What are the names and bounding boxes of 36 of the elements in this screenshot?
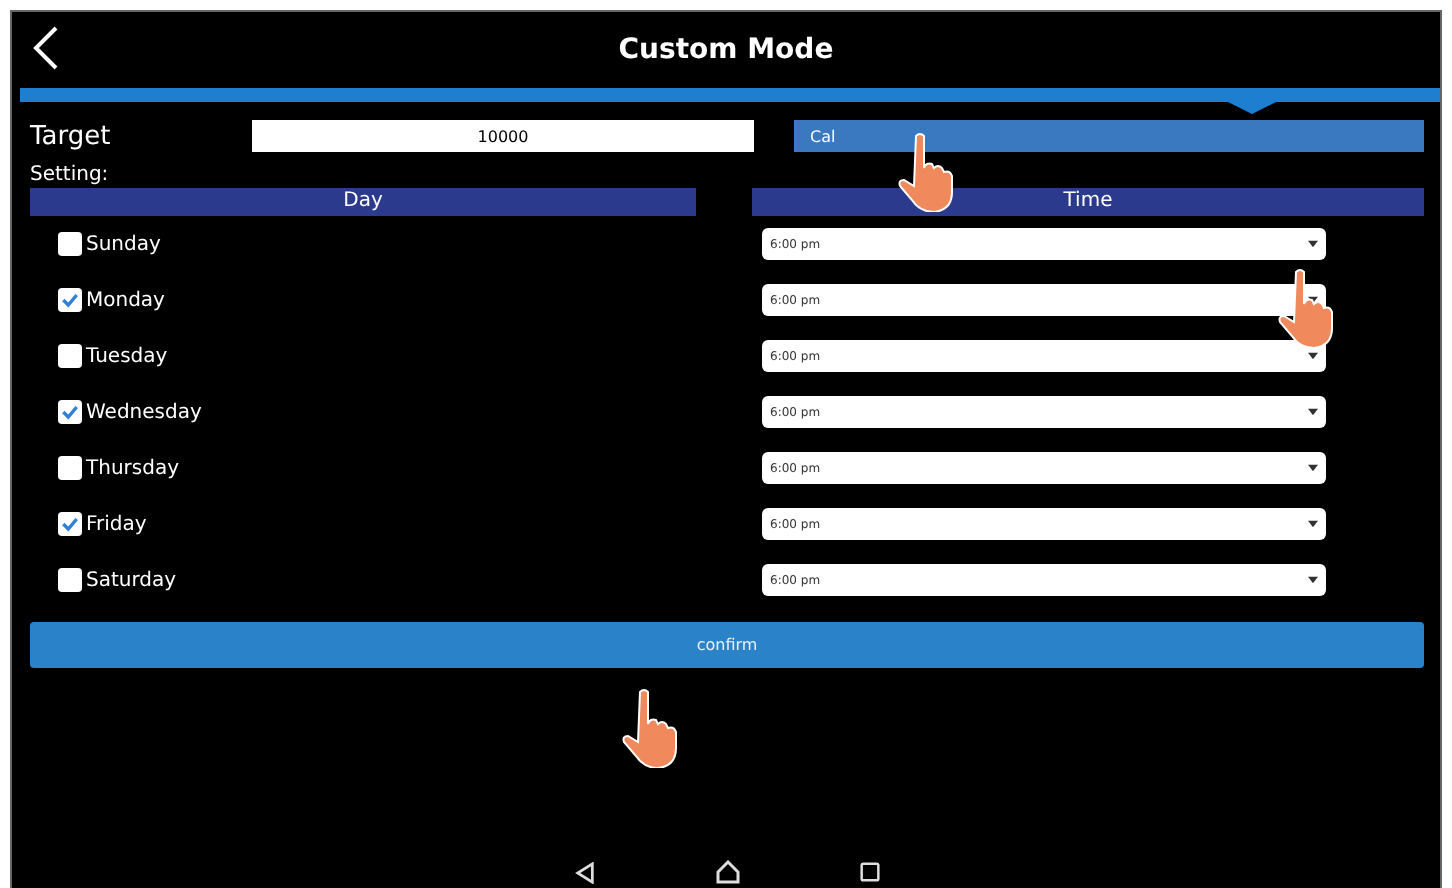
- caret-icon: [1308, 520, 1318, 528]
- column-header: Time: [752, 188, 1424, 216]
- pointing-hand-icon: [1278, 268, 1338, 348]
- checkbox[interactable]: [58, 344, 82, 368]
- caret-icon: [1308, 240, 1318, 248]
- pointing-hand-icon: [622, 688, 682, 768]
- day-label: Friday: [86, 513, 147, 535]
- target-input[interactable]: 10000: [252, 120, 754, 152]
- checkbox[interactable]: [58, 456, 82, 480]
- notch-icon: [1228, 102, 1276, 114]
- day-label: Thursday: [86, 457, 179, 479]
- pointing-hand-icon: [898, 132, 958, 212]
- day-label: Wednesday: [86, 401, 202, 423]
- caret-icon: [1308, 408, 1318, 416]
- back-nav-icon[interactable]: [573, 861, 595, 883]
- confirm-button[interactable]: confirm: [30, 622, 1424, 668]
- screen-title: Custom Mode: [618, 34, 834, 66]
- caret-icon: [1308, 464, 1318, 472]
- back-icon[interactable]: [32, 26, 60, 70]
- column-header: Day: [30, 188, 696, 216]
- checkbox[interactable]: [58, 568, 82, 592]
- day-label: Tuesday: [86, 345, 168, 367]
- setting-label: Setting:: [30, 164, 111, 186]
- day-label: Monday: [86, 289, 165, 311]
- caret-icon: [1308, 576, 1318, 584]
- target-label: Target: [30, 121, 113, 151]
- day-label: Saturday: [86, 569, 177, 591]
- checkbox[interactable]: [58, 512, 82, 536]
- day-label: Sunday: [86, 233, 161, 255]
- recent-apps-icon[interactable]: [859, 862, 879, 882]
- unit-selector[interactable]: Cal: [794, 120, 1424, 152]
- checkbox[interactable]: [58, 400, 82, 424]
- home-icon[interactable]: [715, 860, 739, 884]
- caret-icon: [1308, 352, 1318, 360]
- checkbox[interactable]: [58, 232, 82, 256]
- checkbox[interactable]: [58, 288, 82, 312]
